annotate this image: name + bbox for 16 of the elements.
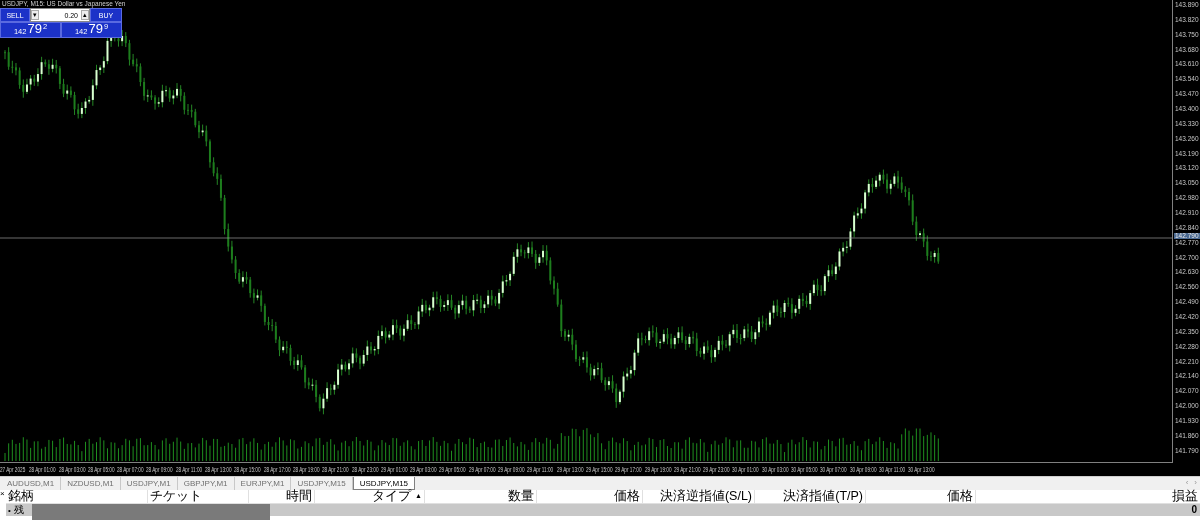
balance-label: 残: [13, 504, 24, 516]
chart-tab[interactable]: USDJPY,M15: [352, 477, 416, 490]
close-button[interactable]: ×: [0, 490, 6, 498]
column-header[interactable]: 銘柄: [6, 490, 148, 503]
bullet-icon: •: [6, 505, 14, 515]
ask-price-pips: 79: [88, 22, 103, 36]
profit-value: 0: [1191, 504, 1198, 516]
column-header[interactable]: 決済逆指値(S/L): [643, 490, 755, 503]
column-header[interactable]: 価格: [537, 490, 643, 503]
column-header[interactable]: 損益: [976, 490, 1200, 503]
column-header[interactable]: 価格: [866, 490, 976, 503]
column-header[interactable]: チケット: [148, 490, 249, 503]
column-header[interactable]: 決済指値(T/P): [755, 490, 866, 503]
column-header[interactable]: 時間: [249, 490, 315, 503]
bid-price-pips: 79: [27, 22, 42, 36]
column-header[interactable]: 数量: [425, 490, 537, 503]
